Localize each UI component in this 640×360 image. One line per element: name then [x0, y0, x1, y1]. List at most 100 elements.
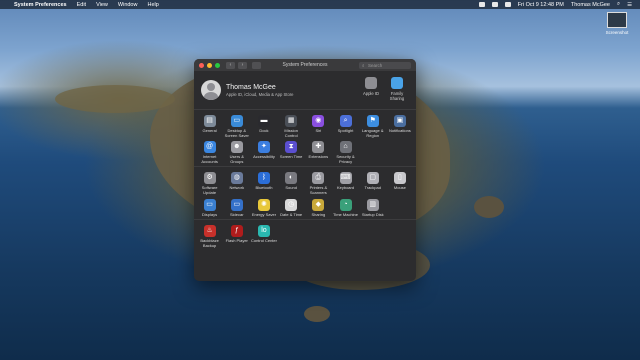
pane-security[interactable]: ⌂ Security & Privacy — [332, 141, 359, 164]
show-all-button[interactable] — [252, 61, 261, 69]
forward-button[interactable]: › — [238, 61, 247, 69]
pane-label: Printers & Scanners — [309, 185, 328, 195]
apple-id-pane[interactable]: Apple ID — [358, 77, 384, 101]
menu-view[interactable]: View — [96, 2, 108, 8]
pane-sidecar[interactable]: ▭ Sidecar — [223, 198, 250, 218]
pane-control-center[interactable]: lo Control Center — [250, 225, 277, 248]
search-input[interactable]: ⌕ Search — [359, 61, 411, 69]
energy-saver-icon: ✺ — [257, 198, 270, 211]
zoom-button[interactable] — [215, 62, 220, 68]
pane-screen-time[interactable]: ⧗ Screen Time — [278, 141, 305, 164]
pane-general[interactable]: ▤ General — [196, 115, 223, 138]
pane-date-time[interactable]: ◷ Date & Time — [278, 198, 305, 218]
pane-section: ▤ General ▭ Desktop & Screen Saver ▬ Dock ▦ Mis… — [194, 110, 416, 168]
pane-label: Flash Player — [225, 238, 248, 244]
pane-label: Accessibility — [253, 154, 275, 160]
date-time-icon: ◷ — [285, 198, 298, 211]
pane-backblaze[interactable]: ♨ Backblaze Backup — [196, 225, 223, 248]
island-peninsula — [55, 85, 175, 113]
pane-label: Users & Groups — [229, 154, 244, 164]
clock[interactable]: Fri Oct 9 12:48 PM — [518, 2, 564, 8]
screen-time-icon: ⧗ — [285, 141, 298, 154]
file-thumbnail-icon — [607, 12, 627, 28]
pane-row: @ Internet Accounts ☻ Users & Groups ✦ Access… — [194, 141, 416, 164]
desktop-file[interactable]: Screenshot — [602, 12, 632, 35]
pane-label: Displays — [202, 211, 218, 217]
menu-edit[interactable]: Edit — [77, 2, 86, 8]
menu-window[interactable]: Window — [118, 2, 138, 8]
control-center-icon: lo — [257, 225, 270, 238]
dock-icon: ▬ — [257, 115, 270, 127]
menu-help[interactable]: Help — [147, 2, 158, 8]
wifi-icon[interactable] — [491, 2, 498, 7]
pane-label: Security & Privacy — [336, 154, 355, 164]
pane-row: ♨ Backblaze Backup ƒ Flash Player lo Control … — [194, 225, 416, 248]
pane-notifications[interactable]: ▣ Notifications — [386, 115, 413, 138]
back-button[interactable]: ‹ — [226, 61, 235, 69]
pane-mouse[interactable]: ▯ Mouse — [386, 172, 413, 195]
pane-mission-control[interactable]: ▦ Mission Control — [278, 115, 305, 138]
small-islet — [474, 196, 504, 218]
family-sharing-label: Family Sharing — [389, 91, 405, 101]
pane-spotlight[interactable]: ⌕ Spotlight — [332, 115, 359, 138]
minimize-button[interactable] — [207, 62, 212, 68]
pane-desktop[interactable]: ▭ Desktop & Screen Saver — [223, 115, 250, 138]
pane-sharing[interactable]: ◆ Sharing — [305, 198, 332, 218]
account-header: Thomas McGee Apple ID, iCloud, Media & A… — [194, 71, 416, 110]
family-sharing-pane[interactable]: Family Sharing — [384, 77, 410, 101]
pane-bluetooth[interactable]: ᛒ Bluetooth — [250, 172, 277, 195]
desktop-file-label: Screenshot — [605, 30, 629, 35]
search-icon[interactable]: ⌕ — [617, 1, 620, 8]
pane-displays[interactable]: ▭ Displays — [196, 198, 223, 218]
pane-label: Startup Disk — [361, 211, 384, 217]
pane-time-machine[interactable]: ◔ Time Machine — [332, 198, 359, 218]
pane-siri[interactable]: ◉ Siri — [305, 115, 332, 138]
avatar[interactable] — [201, 80, 221, 100]
pane-startup-disk[interactable]: ▥ Startup Disk — [359, 198, 386, 218]
pane-keyboard[interactable]: ⌨ Keyboard — [332, 172, 359, 195]
pane-row: ⚙ Software Update ◍ Network ᛒ Bluetooth ◐ Sound… — [194, 172, 416, 195]
pane-software-update[interactable]: ⚙ Software Update — [196, 172, 223, 195]
pane-accessibility[interactable]: ✦ Accessibility — [250, 141, 277, 164]
pane-label: Trackpad — [364, 185, 381, 191]
title-bar[interactable]: ‹ › System Preferences ⌕ Search — [194, 59, 416, 71]
mouse-icon: ▯ — [393, 172, 406, 185]
pane-label: Notifications — [389, 128, 411, 133]
pane-label: Energy Saver — [251, 211, 277, 217]
siri-icon: ◉ — [312, 115, 325, 127]
status-icon[interactable] — [478, 2, 485, 7]
pane-label: Date & Time — [280, 211, 303, 217]
pane-label: Mouse — [393, 185, 406, 191]
extensions-icon: ✚ — [312, 141, 325, 154]
pane-extensions[interactable]: ✚ Extensions — [305, 141, 332, 164]
pane-sound[interactable]: ◐ Sound — [278, 172, 305, 195]
battery-icon[interactable] — [504, 2, 511, 7]
pane-label: Language & Region — [361, 128, 384, 138]
menu-user-name[interactable]: Thomas McGee — [571, 2, 610, 8]
control-center-menu-icon[interactable]: ☰ — [627, 2, 632, 8]
spotlight-icon: ⌕ — [339, 115, 352, 127]
pane-network[interactable]: ◍ Network — [223, 172, 250, 195]
apple-logo-icon — [365, 77, 377, 89]
pane-dock[interactable]: ▬ Dock — [250, 115, 277, 138]
pane-trackpad[interactable]: ▢ Trackpad — [359, 172, 386, 195]
pane-internet-accounts[interactable]: @ Internet Accounts — [196, 141, 223, 164]
language-icon: ⚑ — [366, 115, 379, 127]
window-controls — [199, 62, 223, 68]
pane-printer[interactable]: ⎙ Printers & Scanners — [305, 172, 332, 195]
mission-control-icon: ▦ — [285, 115, 298, 127]
pane-users[interactable]: ☻ Users & Groups — [223, 141, 250, 164]
sharing-icon: ◆ — [312, 198, 325, 211]
preference-panes: ▤ General ▭ Desktop & Screen Saver ▬ Dock ▦ Mis… — [194, 110, 416, 250]
pane-language[interactable]: ⚑ Language & Region — [359, 115, 386, 138]
menu-app-name[interactable]: System Preferences — [14, 2, 67, 8]
pane-energy-saver[interactable]: ✺ Energy Saver — [250, 198, 277, 218]
pane-flash-player[interactable]: ƒ Flash Player — [223, 225, 250, 248]
account-shortcuts: Apple ID Family Sharing — [358, 77, 410, 101]
security-icon: ⌂ — [339, 141, 352, 154]
account-info[interactable]: Thomas McGee Apple ID, iCloud, Media & A… — [226, 84, 294, 97]
pane-section: ⚙ Software Update ◍ Network ᛒ Bluetooth ◐ Sound… — [194, 167, 416, 221]
pane-label: Screen Time — [279, 154, 303, 160]
pane-section: ♨ Backblaze Backup ƒ Flash Player lo Control … — [194, 220, 416, 250]
close-button[interactable] — [199, 62, 204, 68]
